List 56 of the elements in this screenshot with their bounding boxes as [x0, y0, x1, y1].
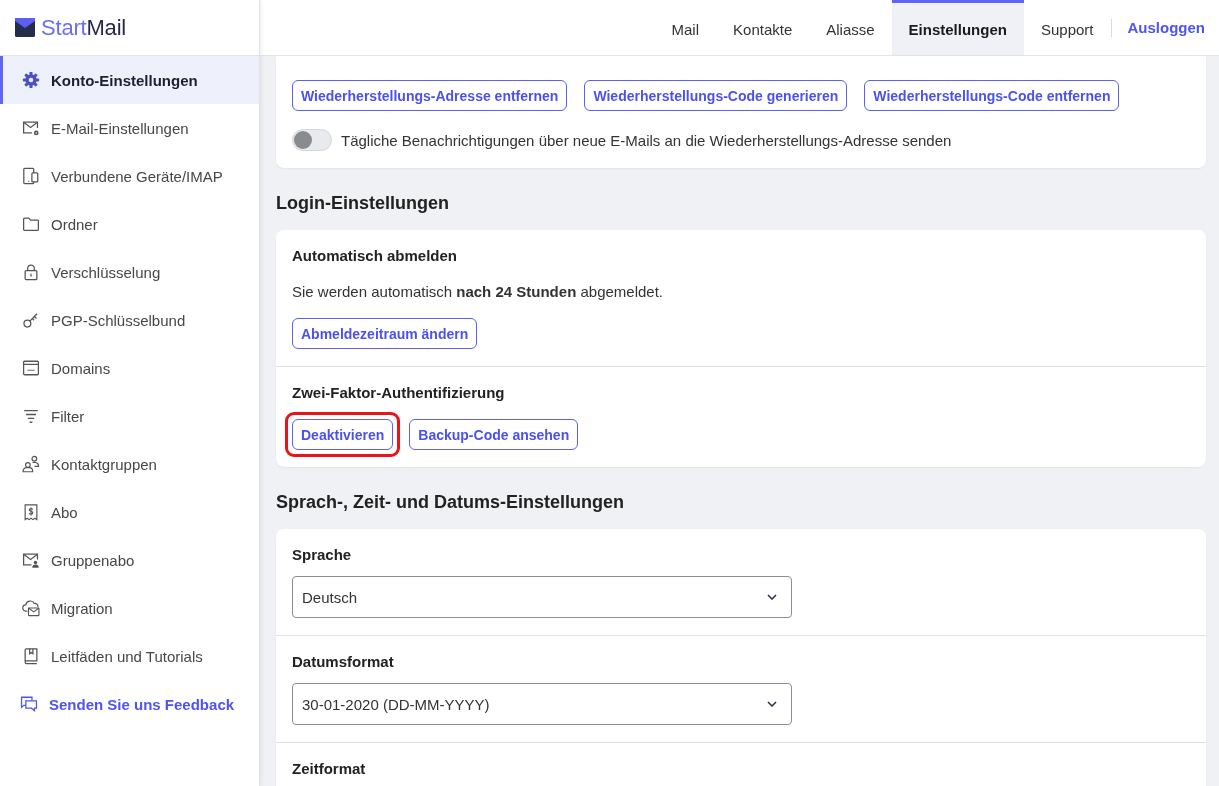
- setting-title: Sprache: [292, 545, 353, 565]
- nav-tab[interactable]: Aliasse: [809, 0, 892, 55]
- setting-title: Zwei-Faktor-Authentifizierung: [292, 383, 506, 403]
- section-heading: Sprach-, Zeit- und Datums-Einstellungen: [276, 491, 626, 513]
- envelope-gear-icon: [22, 119, 40, 137]
- browser-window-icon: [22, 359, 40, 377]
- setting-title: Automatisch abmelden: [292, 246, 459, 266]
- book-icon: [22, 647, 40, 665]
- tablet-phone-icon: [22, 167, 40, 185]
- people-icon: [22, 455, 40, 473]
- sidebar-item[interactable]: Ordner: [0, 200, 259, 248]
- cloud-envelope-icon: [22, 599, 40, 617]
- sidebar-item[interactable]: Domains: [0, 344, 259, 392]
- feedback-link[interactable]: Senden Sie uns Feedback: [0, 680, 259, 728]
- setting-title: Datumsformat: [292, 652, 395, 672]
- folder-icon: [22, 215, 40, 233]
- section-heading: Login-Einstellungen: [276, 192, 450, 214]
- setting-description: Sie werden automatisch nach 24 Stunden abgemeldet.: [292, 282, 665, 302]
- sidebar-item[interactable]: E-Mail-Einstellungen: [0, 104, 259, 152]
- action-button[interactable]: Wiederherstellungs-Code entfernen: [864, 80, 1120, 111]
- nav-tab[interactable]: Mail: [654, 0, 717, 55]
- nav-tab[interactable]: Kontakte: [716, 0, 810, 55]
- toggle-switch[interactable]: [292, 129, 332, 151]
- logo-text[interactable]: StartMail: [41, 14, 126, 41]
- gear-icon: [22, 71, 40, 89]
- chevron-icon: [767, 594, 777, 600]
- chat-bubbles-icon: [20, 695, 38, 713]
- sidebar-item[interactable]: Kontaktgruppen: [0, 440, 259, 488]
- setting-title: Zeitformat: [292, 759, 367, 779]
- action-button[interactable]: Abmeldezeitraum ändern: [292, 318, 478, 349]
- receipt-icon: [22, 503, 40, 521]
- action-button[interactable]: Wiederherstellungs-Adresse entfernen: [292, 80, 568, 111]
- sidebar-item[interactable]: Filter: [0, 392, 259, 440]
- key-icon: [22, 311, 40, 329]
- chevron-icon: [767, 701, 777, 707]
- select-field[interactable]: 30-01-2020 (DD-MM-YYYY): [292, 683, 792, 725]
- sidebar-item[interactable]: Gruppenabo: [0, 536, 259, 584]
- nav-tab[interactable]: Support: [1023, 0, 1111, 55]
- sidebar-item[interactable]: Verbundene Geräte/IMAP: [0, 152, 259, 200]
- envelope-person-icon: [22, 551, 40, 569]
- logout-link[interactable]: Ausloggen: [1111, 0, 1205, 55]
- sidebar-item[interactable]: Abo: [0, 488, 259, 536]
- toggle-label: Tägliche Benachrichtigungen über neue E-Mails an die Wiederherstellungs-Adresse senden: [341, 131, 952, 149]
- sidebar-item[interactable]: Migration: [0, 584, 259, 632]
- sidebar-item[interactable]: Konto-Einstellungen: [0, 56, 259, 104]
- nav-tab[interactable]: Einstellungen: [891, 0, 1024, 55]
- select-field[interactable]: Deutsch: [292, 576, 792, 618]
- lock-icon: [22, 263, 40, 281]
- sidebar-item[interactable]: Leitfäden und Tutorials: [0, 632, 259, 680]
- sidebar-item[interactable]: PGP-Schlüsselbund: [0, 296, 259, 344]
- action-button[interactable]: Deaktivieren: [292, 419, 394, 450]
- sidebar-item[interactable]: Verschlüsselung: [0, 248, 259, 296]
- action-button[interactable]: Wiederherstellungs-Code generieren: [584, 80, 848, 111]
- envelope-logo-icon: [15, 18, 35, 37]
- action-button[interactable]: Backup-Code ansehen: [409, 419, 579, 450]
- filter-icon: [22, 407, 40, 425]
